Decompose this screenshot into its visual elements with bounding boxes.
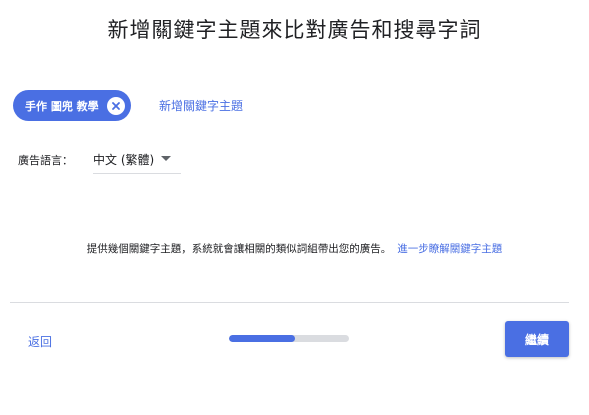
caret-down-icon	[161, 156, 172, 161]
ad-language-value: 中文 (繁體)	[93, 153, 155, 167]
close-circle-icon[interactable]	[106, 96, 125, 115]
progress-bar-fill	[229, 335, 295, 342]
keyword-theme-chip[interactable]: 手作 圖兜 教學	[13, 90, 131, 121]
ad-language-label: 廣告語言：	[18, 154, 73, 167]
keyword-theme-page: 新增關鍵字主題來比對廣告和搜尋字詞 手作 圖兜 教學 新增關鍵字主題 廣告語言：…	[0, 0, 589, 415]
footer-divider	[10, 302, 569, 303]
continue-button[interactable]: 繼續	[505, 321, 569, 357]
learn-more-link[interactable]: 進一步瞭解關鍵字主題	[397, 243, 502, 255]
page-title: 新增關鍵字主題來比對廣告和搜尋字詞	[107, 18, 482, 42]
keyword-theme-chip-label: 手作 圖兜 教學	[25, 99, 99, 113]
add-keyword-theme-link[interactable]: 新增關鍵字主題	[159, 97, 243, 114]
progress-bar	[229, 335, 349, 342]
info-text: 提供幾個關鍵字主題，系統就會讓相關的類似詞組帶出您的廣告。 進一步瞭解關鍵字主題	[0, 241, 589, 256]
close-glyph	[111, 101, 120, 110]
info-description: 提供幾個關鍵字主題，系統就會讓相關的類似詞組帶出您的廣告。	[86, 243, 392, 255]
ad-language-select[interactable]: 中文 (繁體)	[93, 146, 181, 174]
back-button[interactable]: 返回	[28, 333, 52, 350]
